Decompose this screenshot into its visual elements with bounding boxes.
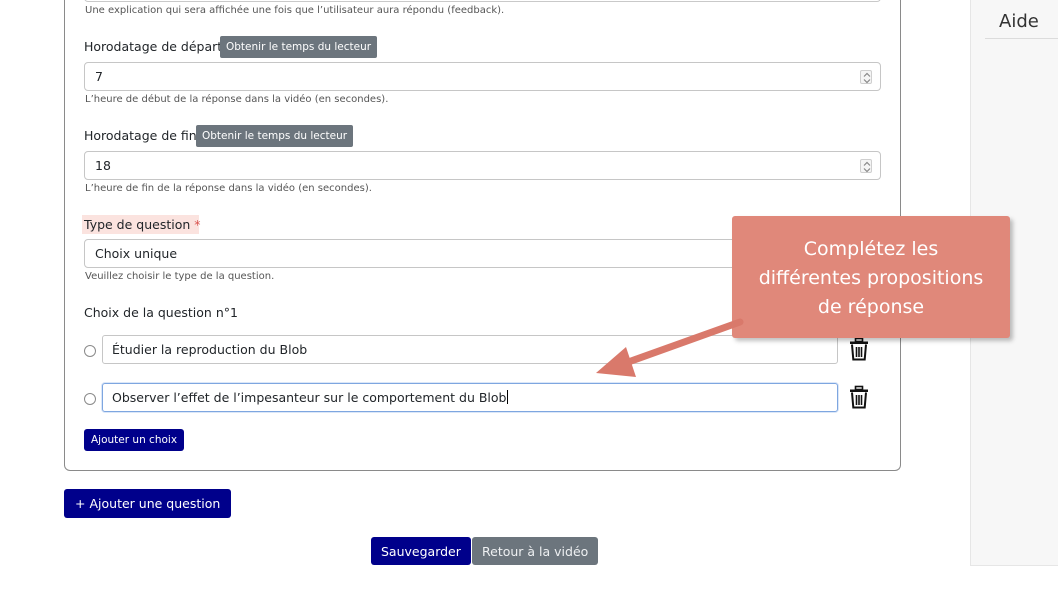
start-timestamp-input[interactable]: 7: [84, 62, 881, 91]
end-timestamp-input[interactable]: 18: [84, 151, 881, 180]
text-caret: [506, 390, 508, 404]
question-type-value: Choix unique: [95, 246, 178, 261]
callout-line-1: Complétez les: [803, 238, 939, 260]
choice-radio-1[interactable]: [84, 345, 96, 357]
question-type-help: Veuillez choisir le type de la question.: [85, 271, 275, 282]
choices-title: Choix de la question n°1: [84, 305, 238, 320]
choice-radio-2[interactable]: [84, 393, 96, 405]
question-type-label-text: Type de question: [84, 217, 191, 232]
start-timestamp-label: Horodatage de départ: [84, 39, 223, 54]
end-timestamp-help: L’heure de fin de la réponse dans la vid…: [85, 183, 372, 194]
back-to-video-button[interactable]: Retour à la vidéo: [472, 537, 599, 565]
choice-input-2[interactable]: Observer l’effet de l’impesanteur sur le…: [102, 383, 838, 412]
start-get-player-time-button[interactable]: Obtenir le temps du lecteur: [220, 36, 378, 58]
add-choice-button[interactable]: Ajouter un choix: [84, 429, 185, 451]
required-mark: *: [194, 217, 201, 232]
start-spinner-icon[interactable]: [860, 70, 872, 84]
add-question-label: Ajouter une question: [89, 496, 221, 511]
feedback-help: Une explication qui sera affichée une fo…: [85, 5, 505, 16]
choice-input-2-text: Observer l’effet de l’impesanteur sur le…: [112, 390, 507, 405]
sidebar-title[interactable]: Aide: [999, 11, 1039, 32]
plus-icon: +: [75, 496, 86, 511]
feedback-field[interactable]: [84, 0, 881, 2]
end-get-player-time-button[interactable]: Obtenir le temps du lecteur: [196, 125, 354, 147]
callout-line-3: de réponse: [817, 296, 925, 318]
choice-input-1[interactable]: Étudier la reproduction du Blob: [102, 335, 838, 364]
tutorial-callout: Complétez les différentes propositions d…: [732, 216, 1010, 338]
end-spinner-icon[interactable]: [860, 159, 872, 173]
end-timestamp-value: 18: [95, 158, 111, 173]
save-button[interactable]: Sauvegarder: [371, 537, 471, 565]
trash-icon[interactable]: [849, 337, 869, 361]
start-timestamp-value: 7: [95, 69, 103, 84]
sidebar-divider: [985, 38, 1058, 39]
end-timestamp-label: Horodatage de fin: [84, 128, 197, 143]
trash-icon[interactable]: [849, 385, 869, 409]
add-question-button[interactable]: + Ajouter une question: [64, 489, 232, 518]
question-type-label: Type de question *: [84, 217, 201, 232]
start-timestamp-help: L’heure de début de la réponse dans la v…: [85, 94, 389, 105]
callout-line-2: différentes propositions: [758, 267, 984, 289]
